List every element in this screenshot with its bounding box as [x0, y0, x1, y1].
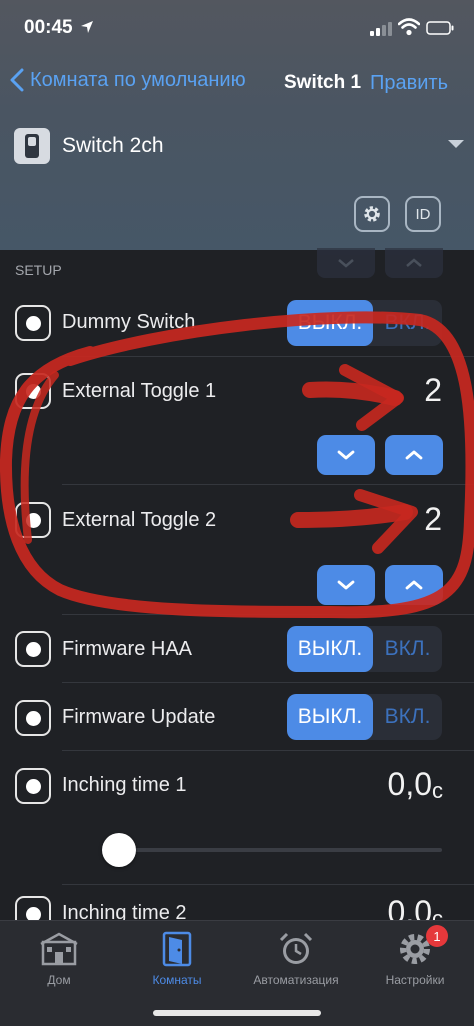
chevron-left-icon: [10, 68, 24, 92]
chevron-up-icon: [405, 580, 423, 590]
chevron-down-icon[interactable]: [448, 140, 464, 148]
row-divider: [62, 356, 474, 357]
status-bar: 00:45: [0, 0, 474, 58]
chevron-up-icon: [406, 258, 422, 267]
device-name: Switch 2ch: [62, 134, 164, 157]
id-button[interactable]: ID: [405, 196, 441, 232]
characteristic-icon: [15, 373, 51, 409]
back-button-label: Комната по умолчанию: [30, 68, 246, 91]
accessory-header: 00:45 Комната по умолчанию Switch 1 Прав…: [0, 0, 474, 250]
row-divider: [62, 750, 474, 751]
toggle-on-option[interactable]: ВКЛ.: [373, 300, 442, 346]
chevron-up-icon: [405, 450, 423, 460]
inching-time-slider-track[interactable]: [118, 848, 442, 852]
tab-automation[interactable]: Автоматизация: [236, 929, 356, 987]
switch-device-icon: [14, 128, 50, 164]
device-selector[interactable]: Switch 2ch: [14, 128, 164, 164]
characteristic-icon: [15, 768, 51, 804]
notification-badge: 1: [426, 925, 448, 947]
row-divider: [62, 614, 474, 615]
chevron-down-icon: [337, 580, 355, 590]
row-divider: [62, 884, 474, 885]
firmware-haa-toggle[interactable]: ВЫКЛ. ВКЛ.: [287, 626, 442, 672]
toggle-off-option[interactable]: ВЫКЛ.: [287, 300, 373, 346]
step-down-button[interactable]: [317, 565, 375, 605]
inching-time-slider-thumb[interactable]: [102, 833, 136, 867]
toggle-on-option[interactable]: ВКЛ.: [373, 694, 442, 740]
characteristic-icon: [15, 502, 51, 538]
toggle-off-option[interactable]: ВЫКЛ.: [287, 694, 373, 740]
toggle-on-option[interactable]: ВКЛ.: [373, 626, 442, 672]
characteristic-icon: [15, 700, 51, 736]
battery-icon: [426, 21, 454, 35]
row-label: External Toggle 2: [62, 509, 217, 531]
section-title: SETUP: [15, 262, 62, 278]
row-divider: [62, 484, 474, 485]
row-label: Firmware HAA: [62, 638, 193, 660]
settings-button[interactable]: [354, 196, 390, 232]
step-up-button[interactable]: [385, 565, 443, 605]
tab-home-label: Дом: [47, 973, 71, 987]
row-label: Inching time 1: [62, 774, 187, 796]
inching-time-value: 0,0: [387, 766, 432, 802]
wifi-icon: [398, 18, 420, 36]
row-label: External Toggle 1: [62, 380, 217, 402]
step-up-button-faded: [385, 248, 443, 278]
row-label: Dummy Switch: [62, 311, 196, 333]
row-label: Firmware Update: [62, 706, 216, 728]
tab-rooms[interactable]: Комнаты: [118, 929, 236, 987]
tab-settings-label: Настройки: [385, 973, 445, 987]
stepper-value: 2: [424, 372, 442, 408]
gear-icon: [364, 206, 380, 222]
tab-automation-label: Автоматизация: [253, 973, 339, 987]
chevron-down-icon: [338, 259, 354, 268]
row-divider: [62, 682, 474, 683]
edit-button[interactable]: Править: [370, 72, 448, 95]
location-arrow-icon: [81, 21, 93, 33]
firmware-update-toggle[interactable]: ВЫКЛ. ВКЛ.: [287, 694, 442, 740]
dummy-switch-toggle[interactable]: ВЫКЛ. ВКЛ.: [287, 300, 442, 346]
step-down-button-faded: [317, 248, 375, 278]
step-up-button[interactable]: [385, 435, 443, 475]
chevron-down-icon: [337, 450, 355, 460]
door-icon: [162, 931, 192, 967]
tab-settings[interactable]: 1 Настройки: [356, 925, 474, 987]
alarm-clock-icon: [279, 932, 313, 964]
home-indicator[interactable]: [153, 1010, 321, 1016]
stepper-value: 2: [424, 501, 442, 537]
house-icon: [40, 932, 78, 966]
toggle-off-option[interactable]: ВЫКЛ.: [287, 626, 373, 672]
inching-time-unit: с: [432, 778, 443, 803]
page-title: Switch 1: [284, 72, 362, 93]
characteristic-icon: [15, 631, 51, 667]
tab-rooms-label: Комнаты: [152, 973, 202, 987]
status-time: 00:45: [24, 17, 73, 38]
tab-home[interactable]: Дом: [0, 929, 118, 987]
back-button[interactable]: Комната по умолчанию: [10, 68, 246, 92]
step-down-button[interactable]: [317, 435, 375, 475]
cellular-signal-icon: [370, 22, 392, 36]
characteristic-icon: [15, 305, 51, 341]
navigation-bar: Комната по умолчанию Switch 1 Править: [0, 64, 474, 104]
